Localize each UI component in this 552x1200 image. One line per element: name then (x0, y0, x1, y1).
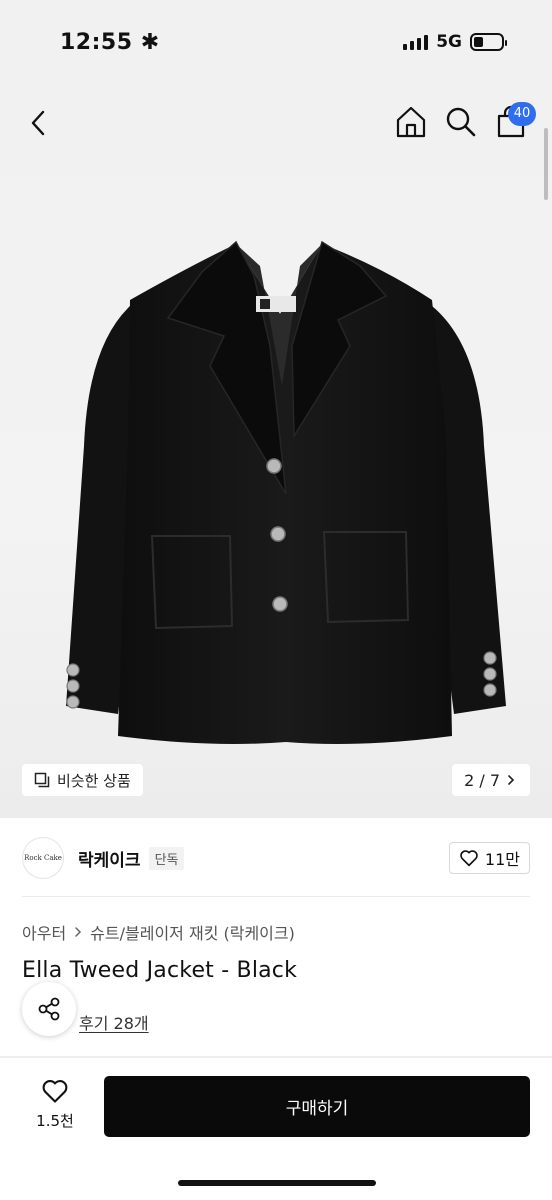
scroll-indicator (544, 128, 548, 200)
brand-row: Rock Cake 락케이크 단독 11만 (22, 836, 530, 880)
review-link[interactable]: 후기 28개 (79, 1010, 149, 1034)
brand-name[interactable]: 락케이크 (78, 846, 141, 871)
chevron-right-icon (75, 927, 82, 937)
brand-logo[interactable]: Rock Cake (22, 837, 64, 879)
cart-count-badge: 40 (508, 102, 536, 126)
image-counter-button[interactable]: 2 / 7 (452, 764, 530, 796)
chevron-right-icon (508, 775, 515, 785)
buy-button[interactable]: 구매하기 (104, 1076, 530, 1137)
battery-icon (470, 33, 507, 51)
similar-items-label: 비슷한 상품 (57, 771, 131, 790)
bottom-bar-divider (0, 1056, 552, 1058)
wishlist-button[interactable]: 1.5천 (22, 1078, 88, 1134)
share-button[interactable] (22, 982, 76, 1036)
breadcrumb-item[interactable]: 아우터 (22, 920, 66, 944)
brand-like-button[interactable]: 11만 (448, 842, 530, 874)
home-icon[interactable] (394, 104, 428, 140)
network-type: 5G (436, 32, 462, 52)
signal-icon (403, 34, 429, 50)
breadcrumb-item[interactable]: 슈트/블레이저 재킷 (락케이크) (90, 920, 295, 944)
back-icon[interactable] (22, 106, 56, 140)
similar-items-button[interactable]: 비슷한 상품 (22, 764, 143, 796)
status-bar: 12:55 ✱ 5G (0, 0, 552, 88)
image-counter-text: 2 / 7 (464, 770, 500, 790)
status-time: 12:55 ✱ (60, 30, 160, 55)
share-icon (38, 997, 60, 1021)
exclusive-badge: 단독 (148, 846, 185, 870)
home-indicator (178, 1180, 376, 1186)
divider (22, 896, 530, 897)
breadcrumb: 아우터 슈트/블레이저 재킷 (락케이크) (22, 920, 295, 944)
product-title: Ella Tweed Jacket - Black (22, 958, 298, 983)
heart-icon (460, 850, 478, 867)
heart-icon (42, 1080, 68, 1103)
wishlist-count: 1.5천 (36, 1112, 74, 1130)
brand-like-count: 11만 (484, 850, 520, 869)
product-jacket-image (66, 240, 506, 744)
similar-items-icon (34, 772, 50, 788)
search-icon[interactable] (444, 104, 478, 140)
status-indicators: 5G (403, 32, 507, 52)
product-image-gallery[interactable]: 40 비슷한 상품 2 / 7 (0, 88, 552, 818)
